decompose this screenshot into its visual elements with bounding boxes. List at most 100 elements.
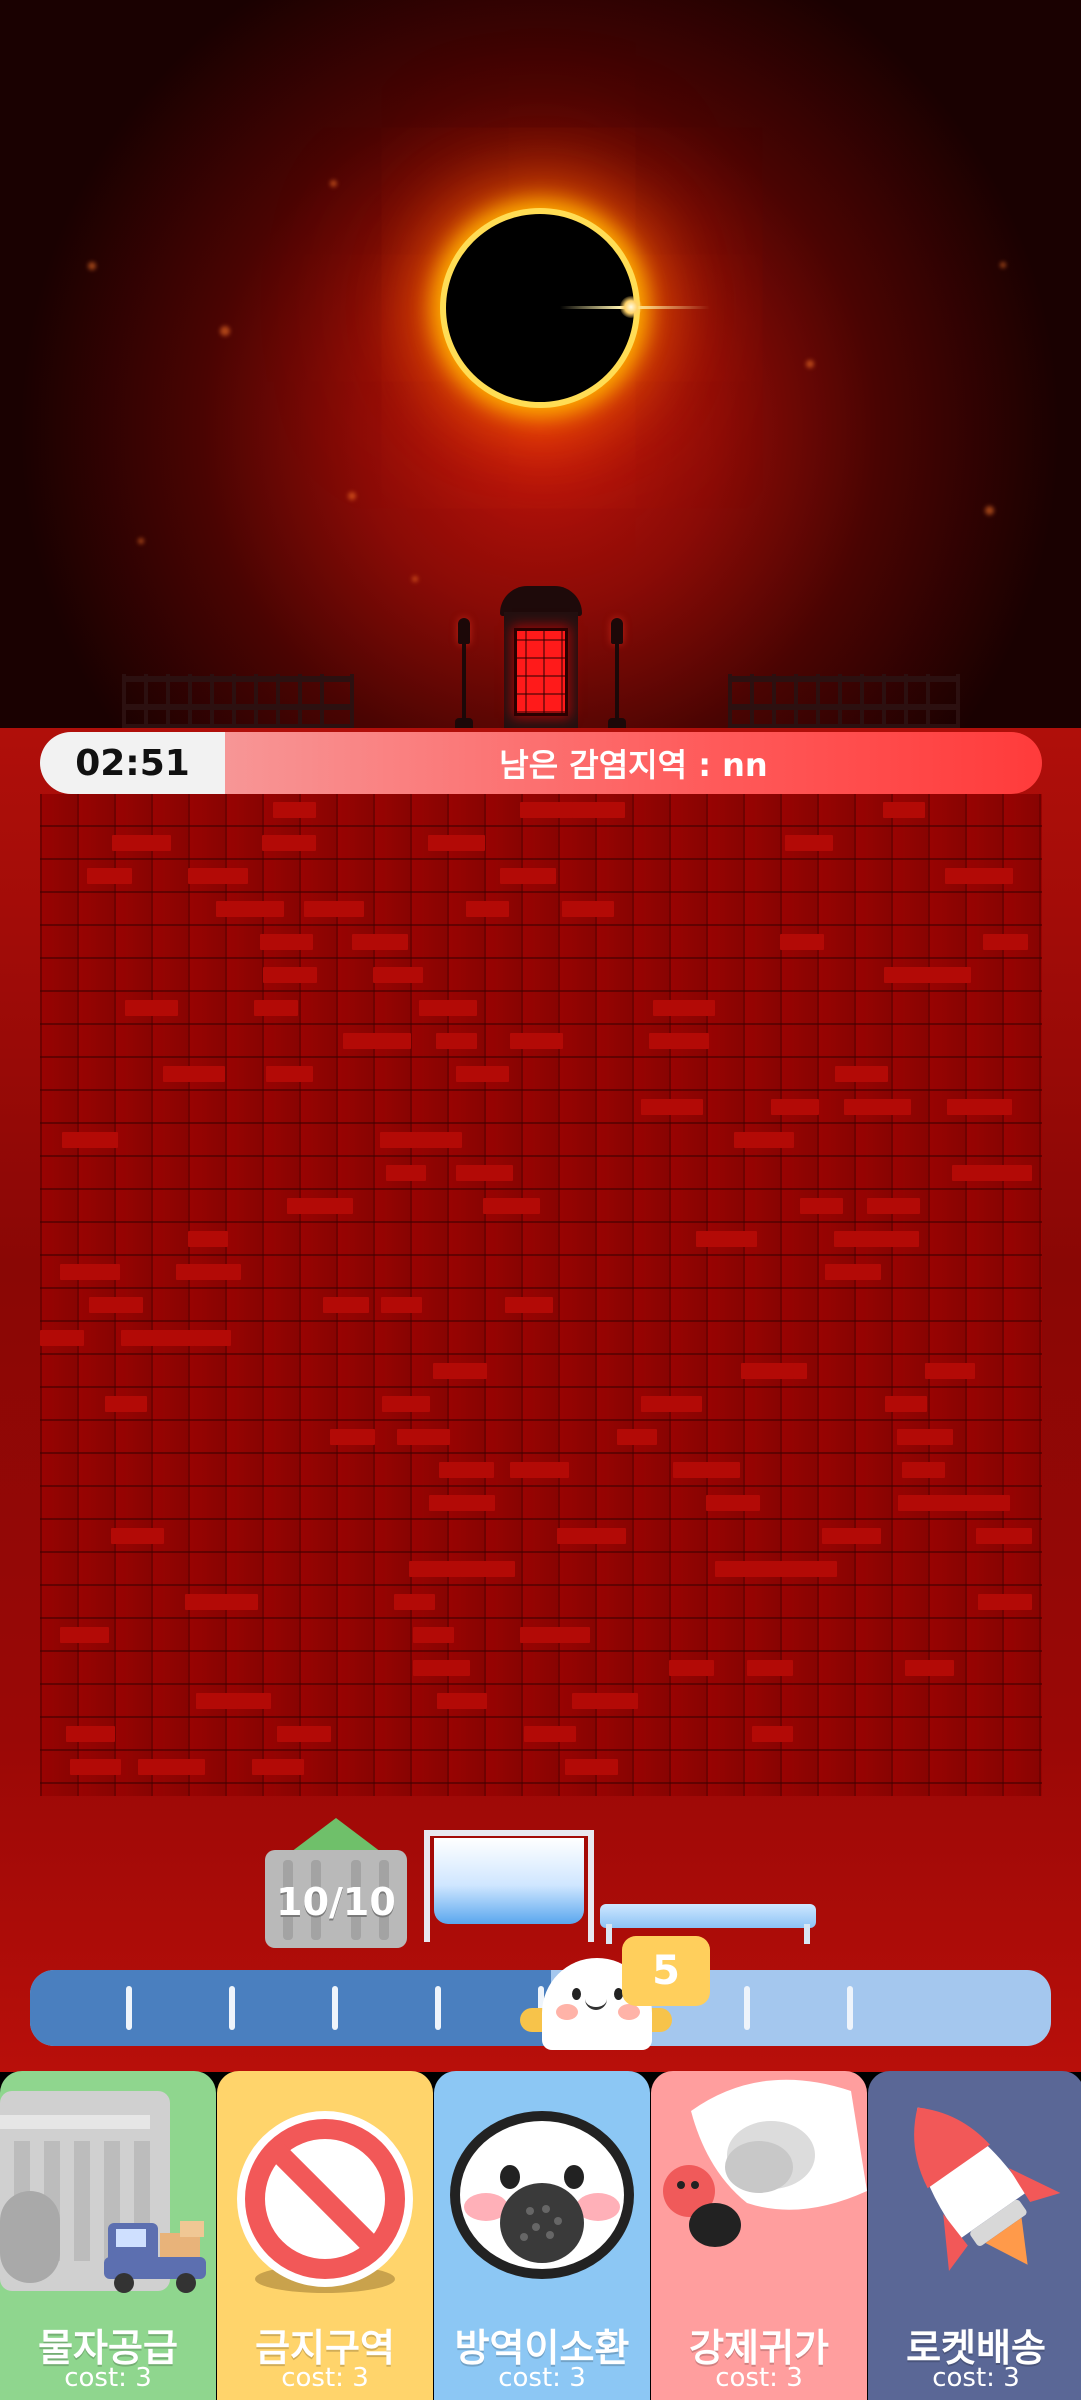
wall-brick: [419, 1000, 477, 1016]
wall-brick: [898, 1495, 961, 1511]
wall-brick: [565, 1759, 618, 1775]
ember-spark: [220, 326, 230, 336]
wall-brick: [641, 1396, 702, 1412]
wall-brick: [715, 1561, 781, 1577]
wall-brick: [706, 1495, 760, 1511]
grab-hand-icon: [663, 2079, 867, 2247]
wall-brick: [105, 1396, 147, 1412]
progress-tick: [332, 1986, 338, 2030]
wall-brick: [439, 1462, 494, 1478]
wall-brick: [323, 1297, 369, 1313]
wall-brick: [62, 1132, 118, 1148]
wall-brick: [382, 1396, 430, 1412]
wall-brick: [925, 1363, 975, 1379]
progress-tick: [847, 1986, 853, 2030]
wall-brick: [500, 868, 556, 884]
wall-brick: [262, 835, 316, 851]
wall-brick: [990, 1165, 1032, 1181]
wall-brick: [867, 1198, 920, 1214]
card-supply[interactable]: 물자공급 cost: 3: [0, 2071, 216, 2400]
wall-brick: [277, 1726, 331, 1742]
fence-right: [728, 674, 960, 730]
progress-tick: [126, 1986, 132, 2030]
wall-brick: [176, 1264, 241, 1280]
card-quarantine-summon[interactable]: 방역이소환 cost: 3: [434, 2071, 650, 2400]
wall-brick: [138, 1759, 205, 1775]
card-rocket-delivery[interactable]: 로켓배송 cost: 3: [868, 2071, 1081, 2400]
wall-brick: [572, 1693, 638, 1709]
wall-brick: [957, 1495, 1010, 1511]
wall-brick: [505, 1297, 553, 1313]
card-forced-return[interactable]: 강제귀가 cost: 3: [651, 2071, 867, 2400]
wall-brick: [143, 1330, 195, 1346]
wall-brick: [978, 1594, 1032, 1610]
wall-brick: [60, 1264, 102, 1280]
wall-brick: [835, 1066, 888, 1082]
progress-tick: [229, 1986, 235, 2030]
wall-brick: [287, 1198, 353, 1214]
wall-brick: [196, 1693, 238, 1709]
wall-brick: [617, 1429, 657, 1445]
wall-brick: [87, 868, 132, 884]
wall-brick: [734, 1132, 794, 1148]
wall-brick: [460, 1561, 515, 1577]
wall-brick: [653, 1000, 715, 1016]
quarantine-curtain-icon[interactable]: [424, 1830, 594, 1942]
ember-spark: [412, 576, 418, 582]
building-count: 10/10: [276, 1880, 396, 1924]
wall-brick: [433, 1363, 487, 1379]
wall-brick: [696, 1231, 757, 1247]
wall-brick: [413, 1627, 454, 1643]
wall-brick: [780, 934, 824, 950]
ember-spark: [88, 262, 96, 270]
ember-spark: [138, 538, 144, 544]
wall-brick: [429, 1495, 495, 1511]
ember-spark: [348, 492, 356, 500]
wall-brick: [89, 1297, 143, 1313]
timer: 02:51: [40, 732, 225, 794]
wall-brick: [381, 1297, 422, 1313]
wall-brick: [304, 901, 364, 917]
card-cost: cost: 3: [932, 2363, 1020, 2393]
wall-brick: [510, 1462, 569, 1478]
wall-brick: [40, 1330, 84, 1346]
wall-brick: [216, 901, 284, 917]
wall-brick: [571, 802, 625, 818]
wall-brick: [60, 1627, 109, 1643]
wall-brick: [260, 934, 313, 950]
sun-flare-glow: [620, 296, 642, 318]
card-cost: cost: 3: [498, 2363, 586, 2393]
wall-brick: [66, 1726, 115, 1742]
wall-brick: [649, 1033, 709, 1049]
wall-brick: [254, 1000, 298, 1016]
wall-brick: [273, 802, 316, 818]
wall-brick: [112, 835, 171, 851]
wall-brick: [456, 1165, 513, 1181]
wall-brick: [352, 934, 408, 950]
wall-brick: [945, 868, 1013, 884]
fence-left: [122, 674, 354, 730]
infection-map-grid[interactable]: [40, 794, 1042, 1796]
wall-brick: [263, 967, 317, 983]
remaining-infection-label: 남은 감염지역 : nn: [225, 732, 1042, 794]
card-restricted-zone[interactable]: 금지구역 cost: 3: [217, 2071, 433, 2400]
wall-brick: [70, 1759, 121, 1775]
wall-brick: [466, 901, 509, 917]
wall-brick: [397, 1429, 450, 1445]
street-lamp-right: [608, 618, 626, 730]
wall-brick: [747, 1660, 793, 1676]
card-cost: cost: 3: [64, 2363, 152, 2393]
wall-brick: [929, 967, 971, 983]
wall-brick: [524, 1726, 576, 1742]
wall-brick: [188, 1231, 228, 1247]
ember-spark: [330, 180, 337, 187]
wall-brick: [456, 1066, 509, 1082]
wall-brick: [557, 1528, 626, 1544]
wall-brick: [330, 1429, 375, 1445]
wall-brick: [947, 1099, 1012, 1115]
wall-brick: [437, 1693, 487, 1709]
wall-brick: [520, 1627, 588, 1643]
wall-brick: [800, 1198, 843, 1214]
wall-brick: [394, 1594, 435, 1610]
wall-brick: [520, 802, 573, 818]
